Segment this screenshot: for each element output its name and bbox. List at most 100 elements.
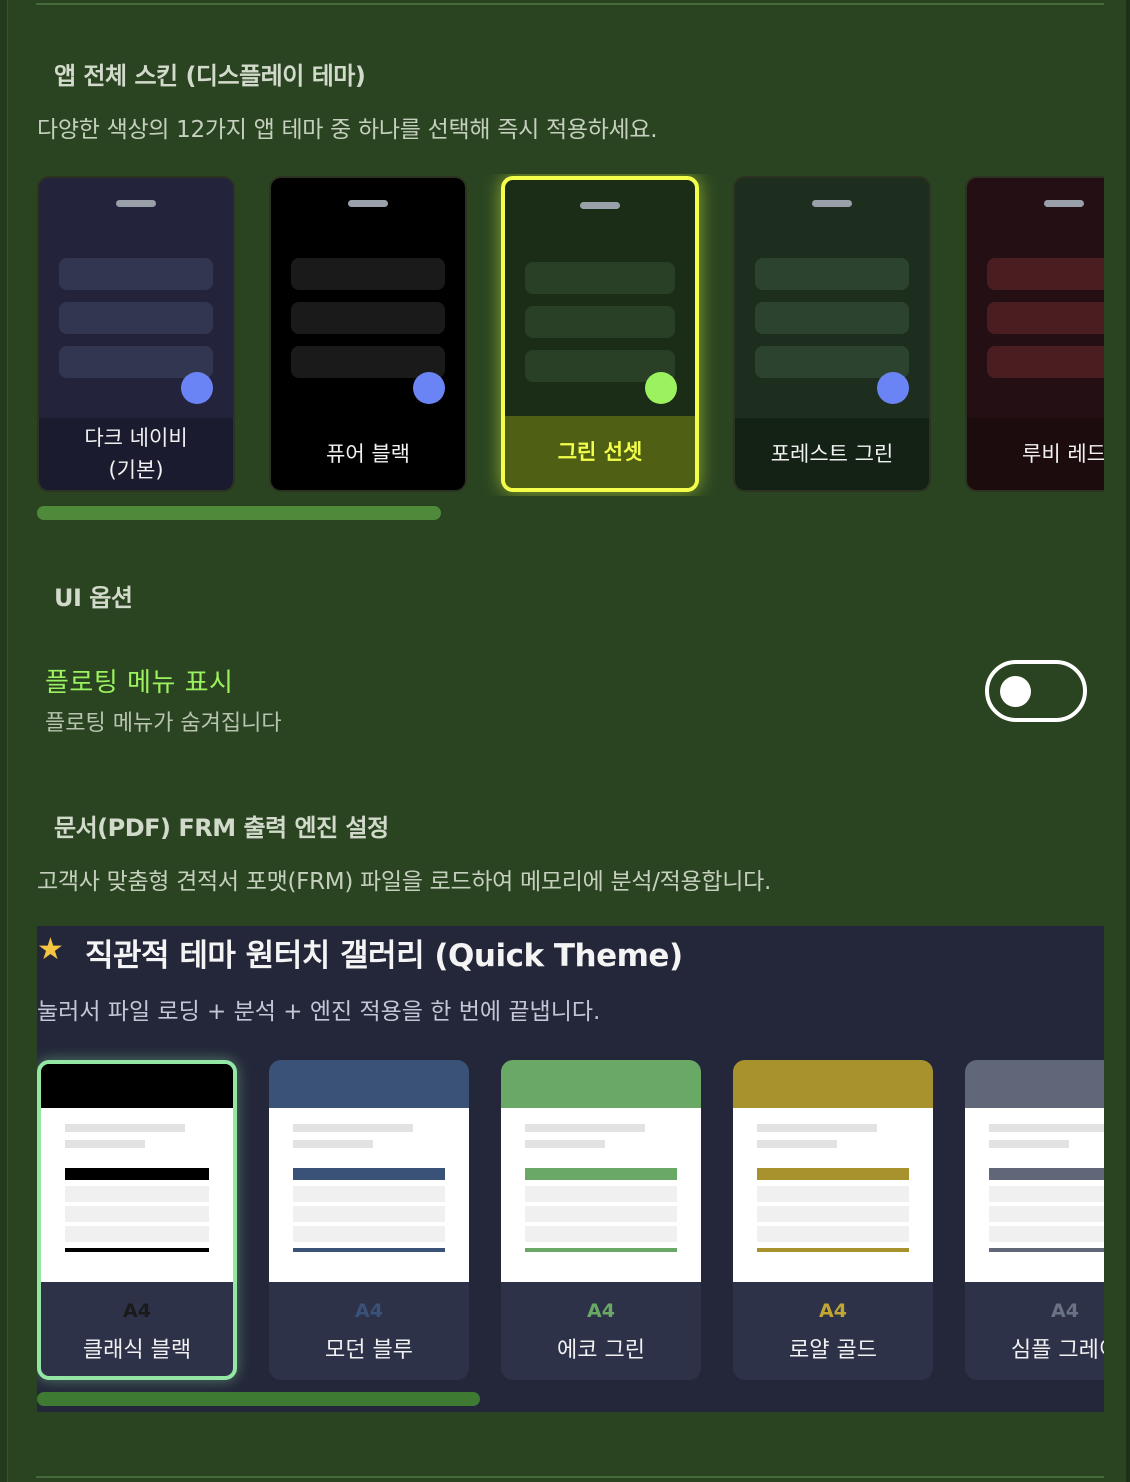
a4-paper-preview: [269, 1108, 469, 1282]
paper-size-label: A4: [1051, 1300, 1079, 1322]
top-divider: [36, 3, 1104, 5]
skin-card[interactable]: 루비 레드: [965, 176, 1104, 492]
pdf-section-title: 문서(PDF) FRM 출력 엔진 설정: [54, 814, 389, 842]
quick-theme-title: 직관적 테마 원터치 갤러리 (Quick Theme): [85, 938, 683, 974]
preview-bar: [755, 258, 909, 290]
preview-bar: [987, 346, 1104, 378]
preview-bar: [291, 258, 445, 290]
preview-line: [757, 1124, 877, 1132]
preview-line: [525, 1140, 605, 1148]
preview-row: [293, 1206, 445, 1222]
preview-row: [989, 1206, 1104, 1222]
theme-name: 에코 그린: [557, 1338, 645, 1363]
preview-line: [989, 1124, 1104, 1132]
theme-header-swatch: [269, 1060, 469, 1108]
preview-base-line: [989, 1248, 1104, 1252]
preview-base-line: [525, 1248, 677, 1252]
theme-card[interactable]: A4 심플 그레이: [965, 1060, 1104, 1380]
theme-header-swatch: [41, 1064, 233, 1108]
preview-base-line: [293, 1248, 445, 1252]
preview-bar: [755, 302, 909, 334]
phone-handle-icon: [1044, 200, 1084, 207]
theme-card[interactable]: A4 모던 블루: [269, 1060, 469, 1380]
preview-bar: [59, 258, 213, 290]
preview-row: [65, 1206, 209, 1222]
theme-card[interactable]: A4 클래식 블랙: [37, 1060, 237, 1380]
preview-row: [525, 1226, 677, 1242]
skin-card[interactable]: 그린 선셋: [501, 176, 699, 492]
preview-row: [293, 1186, 445, 1202]
preview-row: [293, 1226, 445, 1242]
a4-paper-preview: [501, 1108, 701, 1282]
preview-bar: [59, 302, 213, 334]
theme-header-swatch: [733, 1060, 933, 1108]
theme-header-swatch: [501, 1060, 701, 1108]
skin-card[interactable]: 퓨어 블랙: [269, 176, 467, 492]
accent-dot-icon: [413, 372, 445, 404]
theme-carousel-scrollbar[interactable]: [37, 1392, 480, 1406]
theme-card[interactable]: A4 에코 그린: [501, 1060, 701, 1380]
a4-paper-preview: [41, 1108, 233, 1282]
preview-base-line: [757, 1248, 909, 1252]
skin-name: 다크 네이비: [84, 426, 188, 450]
theme-card[interactable]: A4 로얄 골드: [733, 1060, 933, 1380]
skin-name-note: (기본): [108, 458, 164, 482]
preview-line: [65, 1124, 185, 1132]
bottom-divider: [36, 1476, 1104, 1478]
a4-paper-preview: [965, 1108, 1104, 1282]
right-scrollbar[interactable]: [1126, 0, 1130, 1482]
quick-theme-panel: ★ 직관적 테마 원터치 갤러리 (Quick Theme) 눌러서 파일 로딩…: [37, 926, 1104, 1412]
theme-name: 심플 그레이: [1010, 1338, 1104, 1363]
floating-menu-status: 플로팅 메뉴가 숨겨집니다: [45, 711, 282, 736]
preview-line: [757, 1140, 837, 1148]
preview-line: [989, 1140, 1069, 1148]
skin-name: 퓨어 블랙: [326, 442, 410, 466]
preview-accent-bar: [989, 1168, 1104, 1180]
paper-size-label: A4: [123, 1300, 151, 1322]
preview-line: [293, 1124, 413, 1132]
skin-section-title: 앱 전체 스킨 (디스플레이 테마): [54, 62, 366, 90]
ui-options-title: UI 옵션: [54, 584, 133, 612]
preview-accent-bar: [65, 1168, 209, 1180]
preview-line: [293, 1140, 373, 1148]
toggle-knob: [1000, 676, 1031, 707]
phone-handle-icon: [812, 200, 852, 207]
skin-carousel-scrollbar[interactable]: [37, 506, 441, 520]
quick-theme-description: 눌러서 파일 로딩 + 분석 + 엔진 적용을 한 번에 끝냅니다.: [37, 999, 601, 1025]
preview-row: [525, 1186, 677, 1202]
theme-name: 모던 블루: [325, 1338, 413, 1363]
pdf-section-description: 고객사 맞춤형 견적서 포맷(FRM) 파일을 로드하여 메모리에 분석/적용합…: [37, 869, 771, 895]
skin-name: 그린 선셋: [557, 440, 643, 464]
floating-menu-label: 플로팅 메뉴 표시: [45, 668, 234, 698]
preview-bar: [987, 258, 1104, 290]
skin-carousel[interactable]: 다크 네이비 (기본) 퓨어 블랙 그린 선셋 포레스트 그린 루비 레드: [37, 174, 1104, 496]
accent-dot-icon: [645, 372, 677, 404]
preview-accent-bar: [757, 1168, 909, 1180]
skin-card[interactable]: 다크 네이비 (기본): [37, 176, 235, 492]
accent-dot-icon: [181, 372, 213, 404]
skin-name: 포레스트 그린: [770, 442, 894, 466]
skin-card-label: 루비 레드: [967, 418, 1104, 490]
paper-size-label: A4: [355, 1300, 383, 1322]
skin-section-description: 다양한 색상의 12가지 앱 테마 중 하나를 선택해 즉시 적용하세요.: [37, 117, 658, 143]
skin-card-label: 그린 선셋: [505, 416, 695, 488]
preview-base-line: [65, 1248, 209, 1252]
skin-card[interactable]: 포레스트 그린: [733, 176, 931, 492]
preview-accent-bar: [525, 1168, 677, 1180]
paper-size-label: A4: [587, 1300, 615, 1322]
preview-row: [757, 1226, 909, 1242]
preview-bar: [291, 302, 445, 334]
skin-card-label: 포레스트 그린: [735, 418, 929, 490]
preview-row: [65, 1186, 209, 1202]
skin-card-label: 다크 네이비 (기본): [39, 418, 233, 490]
skin-card-label: 퓨어 블랙: [271, 418, 465, 490]
phone-handle-icon: [116, 200, 156, 207]
preview-bar: [987, 302, 1104, 334]
preview-line: [525, 1124, 645, 1132]
preview-bar: [525, 262, 675, 294]
preview-row: [65, 1226, 209, 1242]
paper-size-label: A4: [819, 1300, 847, 1322]
preview-row: [989, 1186, 1104, 1202]
accent-dot-icon: [877, 372, 909, 404]
floating-menu-toggle[interactable]: [985, 660, 1087, 722]
